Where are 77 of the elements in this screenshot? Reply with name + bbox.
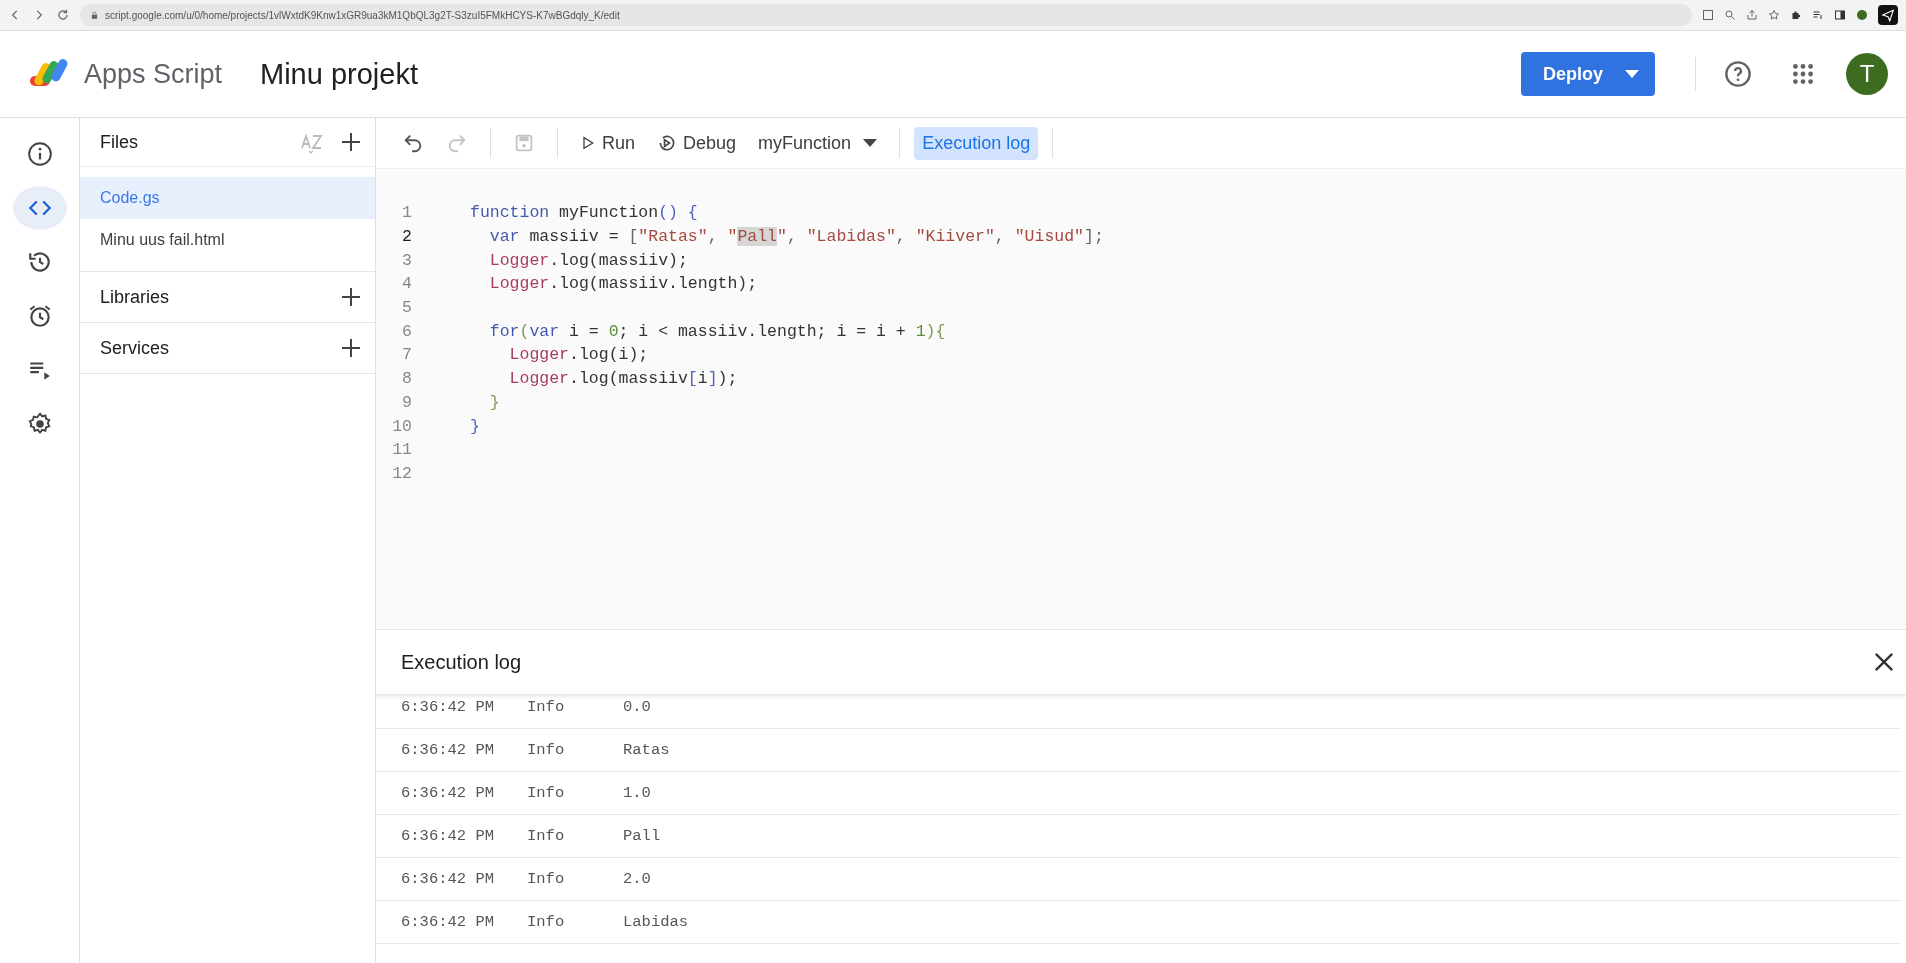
code-line: function myFunction() {	[469, 203, 699, 223]
puzzle-icon[interactable]	[1790, 9, 1802, 21]
undo-icon	[402, 132, 424, 154]
star-icon[interactable]	[1768, 9, 1780, 21]
log-level: Info	[527, 741, 566, 759]
code-line: Logger.log(massiiv[i]);	[508, 369, 739, 389]
code-line: Logger.log(massiiv);	[488, 250, 689, 270]
caret-icon	[863, 139, 878, 147]
line-number: 3	[401, 250, 412, 270]
line-number: 6	[401, 321, 412, 341]
panel-title: Execution log	[401, 650, 523, 674]
caret-icon	[1625, 70, 1639, 78]
apps-grid-icon[interactable]	[1790, 61, 1816, 87]
code-line: Logger.log(massiiv.length);	[488, 274, 759, 294]
file-item[interactable]: Code.gs	[80, 177, 375, 219]
deploy-button[interactable]: Deploy	[1521, 52, 1655, 96]
log-level: Info	[527, 827, 566, 845]
line-number: 12	[391, 463, 412, 483]
avatar[interactable]: T	[1846, 53, 1888, 95]
log-time: 6:36:42 PM	[400, 913, 495, 931]
function-dropdown[interactable]: myFunction	[750, 126, 886, 160]
add-icon[interactable]	[339, 336, 363, 360]
lock-icon	[90, 10, 99, 20]
log-time: 6:36:42 PM	[400, 870, 495, 888]
log-time: 6:36:42 PM	[400, 698, 495, 716]
code-icon[interactable]	[12, 186, 67, 230]
add-icon[interactable]	[339, 285, 363, 309]
line-number: 5	[401, 298, 412, 318]
execution-log-button[interactable]: Execution log	[914, 126, 1039, 160]
file-item[interactable]: Minu uus fail.html	[80, 219, 375, 261]
code-line: var massiiv = ["Ratas", "Pall", "Labidas", "Kiiver", "Uisud"];	[488, 227, 1105, 247]
code-line: }	[469, 416, 481, 436]
share-icon[interactable]	[1746, 9, 1758, 21]
add-icon[interactable]	[339, 130, 363, 154]
line-number: 4	[401, 274, 412, 294]
zoom-icon[interactable]	[1724, 9, 1736, 21]
project-title[interactable]: Minu projekt	[260, 57, 418, 91]
log-message: Pall	[623, 827, 661, 845]
log-level: Info	[527, 870, 566, 888]
line-number: 10	[391, 416, 412, 436]
log-time: 6:36:42 PM	[400, 827, 495, 845]
sidebar-icon[interactable]	[1834, 9, 1846, 21]
line-number: 8	[401, 369, 412, 389]
play-icon	[580, 135, 596, 151]
send-icon[interactable]	[1878, 5, 1898, 25]
playlist-icon[interactable]	[1812, 9, 1824, 21]
reload-icon[interactable]	[56, 8, 70, 22]
log-message: 1.0	[623, 784, 651, 802]
line-number: 7	[401, 345, 412, 365]
profile-icon[interactable]	[1856, 9, 1868, 21]
log-time: 6:36:42 PM	[400, 784, 495, 802]
address-bar[interactable]: script.google.com/u/0/home/projects/1vlWxtdK9Knw1xGR9ua3kM1QbQL3g2T-S3zuI5FMkHCYS-K7wBGdqly_K/edit	[80, 4, 1692, 26]
help-icon[interactable]	[1724, 60, 1752, 88]
log-level: Info	[527, 784, 566, 802]
line-number: 2	[401, 227, 412, 247]
line-number: 9	[401, 392, 412, 412]
product-name: Apps Script	[84, 58, 224, 90]
log-level: Info	[527, 698, 566, 716]
section-title: Libraries	[100, 286, 171, 308]
code-line: }	[488, 392, 501, 412]
section-title: Services	[100, 337, 171, 359]
log-level: Info	[527, 913, 566, 931]
line-number: 11	[391, 440, 412, 460]
log-message: 2.0	[623, 870, 651, 888]
log-time: 6:36:42 PM	[400, 741, 495, 759]
run-button[interactable]: Run	[572, 126, 644, 160]
log-message: 0.0	[623, 698, 651, 716]
log-message: Ratas	[623, 741, 670, 759]
code-line: Logger.log(i);	[508, 345, 650, 365]
panel-title: Files	[100, 131, 139, 153]
redo-icon	[446, 132, 468, 154]
line-number: 1	[401, 203, 412, 223]
url-text: script.google.com/u/0/home/projects/1vlWxtdK9Knw1xGR9ua3kM1QbQL3g2T-S3zuI5FMkHCYS-K7wBGdqly_K/edit	[105, 9, 620, 21]
save-icon	[513, 132, 535, 154]
code-line: for(var i = 0; i < massiiv.length; i = i + 1){	[488, 321, 947, 341]
debug-button[interactable]: Debug	[649, 126, 745, 160]
log-message: Labidas	[623, 913, 689, 931]
